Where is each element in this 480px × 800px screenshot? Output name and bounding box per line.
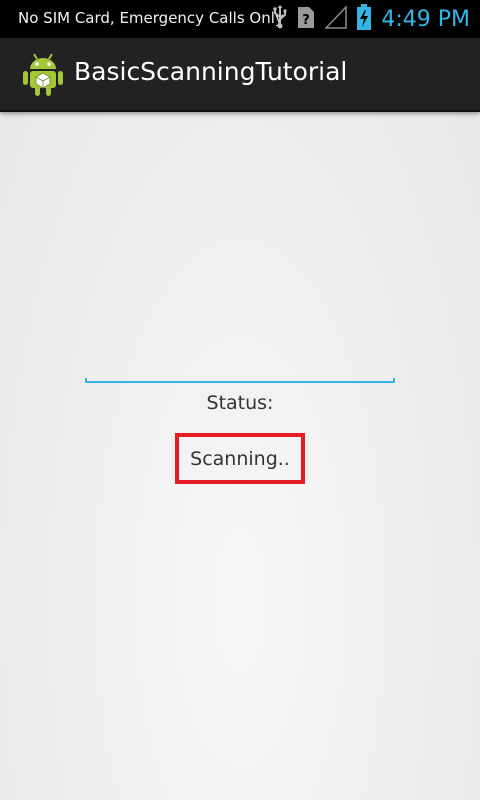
signal-icon (324, 5, 348, 33)
input-underline (85, 378, 395, 383)
carrier-text: No SIM Card, Emergency Calls Only (18, 9, 284, 27)
status-label: Status: (206, 392, 274, 414)
status-bar: No SIM Card, Emergency Calls Only ? 4:49… (0, 0, 480, 38)
status-highlight-box: Scanning.. (175, 433, 305, 484)
usb-icon (273, 5, 287, 33)
battery-charging-icon (357, 4, 372, 34)
app-title: BasicScanningTutorial (74, 57, 348, 86)
svg-text:?: ? (303, 13, 311, 28)
sim-missing-icon: ? (297, 5, 315, 33)
status-icons: ? 4:49 PM (273, 0, 480, 38)
android-robot-icon[interactable] (22, 51, 64, 97)
barcode-input[interactable] (85, 340, 395, 382)
app-screen: No SIM Card, Emergency Calls Only ? 4:49… (0, 0, 480, 800)
status-value: Scanning.. (190, 447, 290, 470)
action-bar: BasicScanningTutorial (0, 38, 480, 112)
clock: 4:49 PM (381, 6, 470, 32)
